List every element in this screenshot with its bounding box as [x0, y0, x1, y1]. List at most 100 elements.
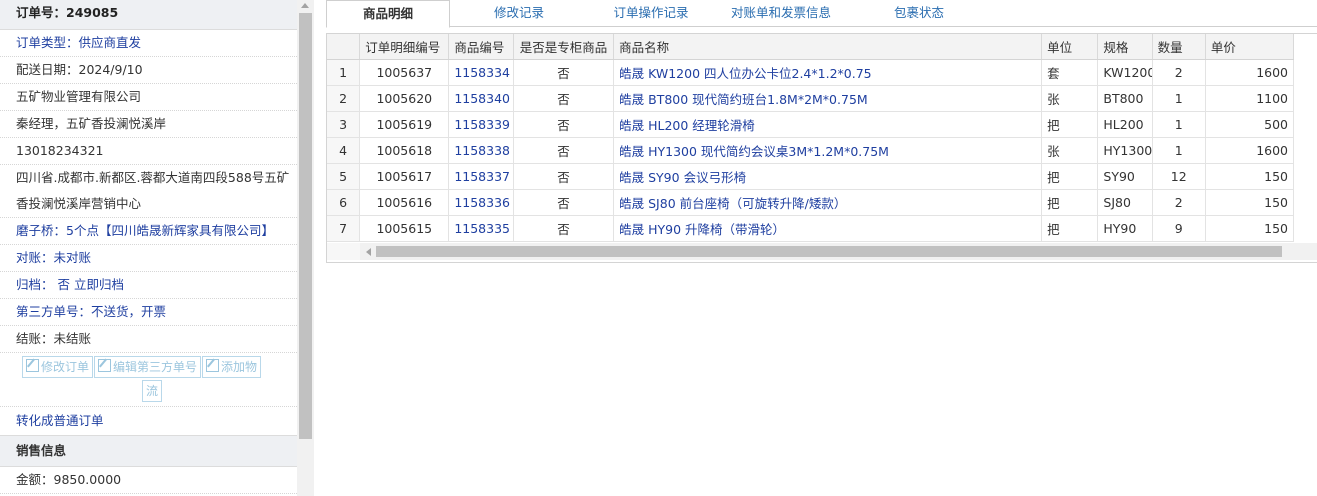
quantity-cell: 2 — [1152, 59, 1206, 86]
table-row[interactable]: 4 1005618 1158338 否皓晟 HY1300 现代简约会议桌3M*1.2M… — [327, 137, 1295, 164]
order-status-row-1[interactable]: 对账：未对账 — [0, 245, 297, 272]
order-info-row-3: 秦经理，五矿香投澜悦溪岸 — [0, 111, 297, 138]
column-header-3[interactable]: 是否是专柜商品 — [513, 34, 615, 60]
counter-flag-cell: 否 — [513, 85, 615, 112]
table-row[interactable]: 3 1005619 1158339 否皓晟 HL200 经理轮滑椅把 HL200 1 500 — [327, 111, 1295, 138]
table-row[interactable]: 7 1005615 1158335 否皓晟 HY90 升降椅（带滑轮）把 HY90 9 15… — [327, 215, 1295, 242]
detail-id-cell: 1005618 — [359, 137, 450, 164]
product-name-link[interactable]: 皓晟 HL200 经理轮滑椅 — [613, 111, 1043, 138]
quantity-cell: 12 — [1152, 163, 1206, 190]
column-header-0[interactable] — [327, 34, 361, 60]
sales-amount: 金额：9850.0000 — [0, 467, 297, 494]
order-status-row-3[interactable]: 第三方单号：不送货，开票 — [0, 299, 297, 326]
add-logistics-button[interactable]: 添加物 — [202, 356, 262, 378]
order-info-row-2: 五矿物业管理有限公司 — [0, 84, 297, 111]
counter-flag-cell: 否 — [513, 137, 615, 164]
unit-cell: 把 — [1041, 189, 1099, 216]
grid-corner — [327, 243, 361, 260]
detail-id-cell: 1005616 — [359, 189, 450, 216]
order-status-row-4: 结账：未结账 — [0, 326, 297, 353]
unit-price-cell: 150 — [1205, 189, 1295, 216]
column-header-7[interactable]: 数量 — [1152, 34, 1206, 60]
column-header-2[interactable]: 商品编号 — [448, 34, 514, 60]
product-id-link[interactable]: 1158335 — [448, 215, 514, 242]
product-name-link[interactable]: 皓晟 SJ80 前台座椅（可旋转升降/矮款） — [613, 189, 1043, 216]
order-detail-area: 商品明细 修改记录 订单操作记录 对账单和发票信息 包裹状态 订单明细编号 商品编… — [314, 0, 1317, 496]
unit-cell: 套 — [1041, 59, 1099, 86]
column-header-8[interactable]: 单价 — [1205, 34, 1295, 60]
detail-id-cell: 1005617 — [359, 163, 450, 190]
detail-id-cell: 1005620 — [359, 85, 450, 112]
spec-cell: SJ80 — [1097, 189, 1153, 216]
tab-modification-log[interactable]: 修改记录 — [464, 0, 574, 26]
counter-flag-cell: 否 — [513, 215, 615, 242]
quantity-cell: 2 — [1152, 189, 1206, 216]
unit-cell: 把 — [1041, 163, 1099, 190]
product-id-link[interactable]: 1158337 — [448, 163, 514, 190]
spec-cell: BT800 — [1097, 85, 1153, 112]
product-name-link[interactable]: 皓晟 HY90 升降椅（带滑轮） — [613, 215, 1043, 242]
unit-cell: 张 — [1041, 85, 1099, 112]
edit-icon — [206, 359, 220, 372]
add-logistics-button-continued[interactable]: 流 — [142, 380, 163, 402]
row-number: 5 — [327, 163, 361, 190]
product-id-link[interactable]: 1158336 — [448, 189, 514, 216]
detail-id-cell: 1005619 — [359, 111, 450, 138]
product-name-link[interactable]: 皓晟 KW1200 四人位办公卡位2.4*1.2*0.75 — [613, 59, 1043, 86]
product-id-link[interactable]: 1158338 — [448, 137, 514, 164]
tab-package-status[interactable]: 包裹状态 — [874, 0, 964, 26]
spec-cell: HL200 — [1097, 111, 1153, 138]
scroll-up-arrow-icon[interactable] — [301, 3, 309, 8]
add-logistics-label-continued: 流 — [146, 384, 159, 398]
column-header-1[interactable]: 订单明细编号 — [359, 34, 450, 60]
order-status-row-2[interactable]: 归档： 否 立即归档 — [0, 272, 297, 299]
counter-flag-cell: 否 — [513, 189, 615, 216]
product-name-link[interactable]: 皓晟 HY1300 现代简约会议桌3M*1.2M*0.75M — [613, 137, 1043, 164]
tab-order-operation-log[interactable]: 订单操作记录 — [591, 0, 711, 26]
column-header-6[interactable]: 规格 — [1097, 34, 1153, 60]
unit-price-cell: 150 — [1205, 163, 1295, 190]
unit-cell: 张 — [1041, 137, 1099, 164]
edit-icon — [98, 359, 112, 372]
product-detail-grid: 订单明细编号 商品编号 是否是专柜商品 商品名称 单位 规格 数量 单价 1 1005637 11… — [326, 33, 1317, 263]
table-row[interactable]: 5 1005617 1158337 否皓晟 SY90 会议弓形椅把 SY90 12 150 — [327, 163, 1295, 190]
scrollbar-thumb[interactable] — [299, 13, 312, 439]
quantity-cell: 1 — [1152, 111, 1206, 138]
table-row[interactable]: 1 1005637 1158334 否皓晟 KW1200 四人位办公卡位2.4*1.2… — [327, 59, 1295, 86]
product-id-link[interactable]: 1158334 — [448, 59, 514, 86]
column-header-5[interactable]: 单位 — [1041, 34, 1099, 60]
product-name-link[interactable]: 皓晟 BT800 现代简约班台1.8M*2M*0.75M — [613, 85, 1043, 112]
counter-flag-cell: 否 — [513, 111, 615, 138]
table-row[interactable]: 6 1005616 1158336 否皓晟 SJ80 前台座椅（可旋转升降/矮款）把 S… — [327, 189, 1295, 216]
unit-price-cell: 500 — [1205, 111, 1295, 138]
quantity-cell: 1 — [1152, 137, 1206, 164]
table-row[interactable]: 2 1005620 1158340 否皓晟 BT800 现代简约班台1.8M*2M*0… — [327, 85, 1295, 112]
row-number: 2 — [327, 85, 361, 112]
counter-flag-cell: 否 — [513, 59, 615, 86]
row-number: 6 — [327, 189, 361, 216]
edit-third-party-label: 编辑第三方单号 — [113, 360, 198, 374]
horizontal-scrollbar-thumb[interactable] — [376, 246, 1282, 257]
spec-cell: HY1300 — [1097, 137, 1153, 164]
tab-product-details[interactable]: 商品明细 — [326, 0, 450, 28]
order-status-row-0[interactable]: 磨子桥：5个点【四川皓晟新辉家具有限公司】 — [0, 218, 297, 245]
grid-horizontal-scrollbar[interactable] — [360, 243, 1317, 260]
left-panel-scrollbar[interactable] — [297, 0, 314, 496]
product-id-link[interactable]: 1158339 — [448, 111, 514, 138]
product-table: 订单明细编号 商品编号 是否是专柜商品 商品名称 单位 规格 数量 单价 1 1005637 11… — [327, 34, 1295, 242]
add-logistics-label: 添加物 — [221, 360, 258, 374]
order-number-header: 订单号：249085 — [0, 0, 297, 30]
scroll-left-arrow-icon[interactable] — [366, 248, 371, 256]
edit-third-party-button[interactable]: 编辑第三方单号 — [94, 356, 202, 378]
row-number: 4 — [327, 137, 361, 164]
counter-flag-cell: 否 — [513, 163, 615, 190]
order-info-row-1: 配送日期：2024/9/10 — [0, 57, 297, 84]
convert-to-normal-order-link[interactable]: 转化成普通订单 — [0, 407, 297, 435]
modify-order-button[interactable]: 修改订单 — [22, 356, 94, 378]
product-name-link[interactable]: 皓晟 SY90 会议弓形椅 — [613, 163, 1043, 190]
order-info-row-0[interactable]: 订单类型：供应商直发 — [0, 30, 297, 57]
tab-statement-invoice[interactable]: 对账单和发票信息 — [721, 0, 841, 26]
product-id-link[interactable]: 1158340 — [448, 85, 514, 112]
column-header-4[interactable]: 商品名称 — [613, 34, 1043, 60]
modify-order-label: 修改订单 — [41, 360, 90, 374]
